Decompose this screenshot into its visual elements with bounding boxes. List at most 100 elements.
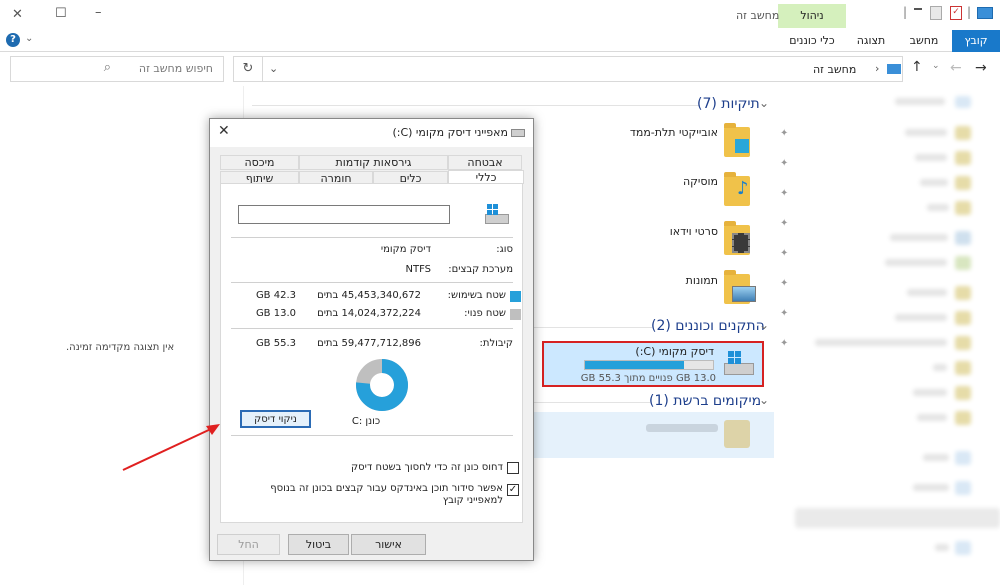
music-note-icon: ♪	[737, 178, 749, 199]
pin-icon[interactable]: ✦	[780, 218, 790, 229]
preview-text: אין תצוגה מקדימה זמינה.	[66, 342, 175, 353]
breadcrumb-chevron-icon: ›	[875, 62, 880, 75]
properties-dialog: ✕ מאפייני דיסק מקומי (C:) אבטחה גירסאות …	[209, 118, 534, 561]
address-row: → ← ⌄ ↑ › מחשב זה ⌄ ↻ חיפוש מחשב זה ⌕	[0, 52, 1000, 86]
properties-icon[interactable]: ✓	[950, 6, 962, 20]
pin-icon[interactable]: ✦	[780, 308, 790, 319]
manage-label: ניהול	[800, 9, 824, 22]
separator-icon: |	[903, 5, 908, 19]
new-folder-icon[interactable]	[930, 6, 942, 20]
tab-general[interactable]: כללי	[448, 170, 524, 184]
filesystem-label: מערכת קבצים:	[448, 264, 513, 275]
folder-label[interactable]: מוסיקה	[624, 175, 718, 188]
tab-security[interactable]: אבטחה	[448, 155, 522, 170]
ok-button[interactable]: אישור	[351, 534, 426, 555]
search-input[interactable]: חיפוש מחשב זה ⌕	[10, 56, 224, 82]
network-location-label-blurred	[646, 424, 718, 432]
back-arrow-icon[interactable]: →	[975, 60, 987, 76]
capacity-bytes: 59,477,712,896 בתים	[317, 338, 421, 349]
address-path: מחשב זה	[813, 63, 857, 76]
tab-previous-versions[interactable]: גירסאות קודמות	[299, 155, 448, 170]
refresh-button[interactable]: ↻	[233, 56, 263, 82]
index-label: אפשר סידור תוכן באינדקס עבור קבצים בכונן…	[270, 483, 503, 506]
tab-quota[interactable]: מיכסה	[220, 155, 299, 170]
manage-tab-highlight: ניהול	[778, 4, 846, 28]
tab-computer[interactable]: מחשב	[898, 30, 950, 52]
free-space-gb: 13.0 GB	[255, 308, 296, 319]
navigation-pane-blurred	[795, 86, 1000, 585]
picture-icon	[732, 286, 756, 302]
pin-icon[interactable]: ✦	[780, 128, 790, 139]
forward-arrow-icon[interactable]: ←	[950, 60, 962, 76]
cancel-button[interactable]: ביטול	[288, 534, 349, 555]
search-placeholder: חיפוש מחשב זה	[138, 62, 213, 75]
pin-icon[interactable]: ✦	[780, 338, 790, 349]
pin-icon[interactable]: ✦	[780, 158, 790, 169]
drive-icon	[511, 129, 525, 137]
computer-icon	[887, 64, 901, 74]
type-label: סוג:	[496, 244, 513, 255]
usage-donut-chart	[356, 359, 408, 411]
collapse-chevron-icon[interactable]: ⌄	[759, 96, 769, 110]
window-title: מחשב זה	[736, 9, 780, 22]
used-space-label: שטח בשימוש:	[447, 290, 506, 301]
minimize-button[interactable]: –	[95, 5, 102, 20]
film-icon	[732, 233, 750, 253]
drive-c-tile[interactable]: דיסק מקומי (C:) 13.0 GB פנויים מתוך 55.3…	[542, 341, 764, 387]
dialog-title-bar: ✕ מאפייני דיסק מקומי (C:)	[210, 119, 533, 147]
drive-letter-label: כונן :C	[351, 416, 381, 427]
dialog-close-button[interactable]: ✕	[218, 123, 230, 139]
collapse-chevron-icon[interactable]: ⌄	[759, 393, 769, 407]
compress-checkbox[interactable]	[507, 462, 519, 474]
dialog-title: מאפייני דיסק מקומי (C:)	[392, 126, 508, 139]
up-arrow-icon[interactable]: ↑	[911, 59, 923, 75]
used-space-swatch	[510, 291, 521, 302]
cube-icon	[735, 139, 749, 153]
collapse-chevron-icon[interactable]: ⌄	[759, 318, 769, 332]
capacity-label: קיבולת:	[479, 338, 513, 349]
close-button[interactable]: ✕	[12, 7, 23, 22]
drive-name: דיסק מקומי (C:)	[635, 345, 714, 358]
folder-label[interactable]: תמונות	[624, 274, 718, 287]
used-space-gb: 42.3 GB	[255, 290, 296, 301]
network-header[interactable]: מיקומים ברשת (1)	[649, 393, 761, 409]
address-bar[interactable]: › מחשב זה ⌄	[262, 56, 903, 82]
apply-button[interactable]: החל	[217, 534, 280, 555]
recent-locations-icon[interactable]: ⌄	[932, 61, 940, 71]
help-icon[interactable]: ?	[6, 33, 20, 47]
annotation-arrow	[122, 424, 220, 471]
folder-label[interactable]: סרטי וידאו	[624, 225, 718, 238]
pin-icon[interactable]: ✦	[780, 248, 790, 259]
drive-name-field[interactable]	[238, 205, 450, 224]
maximize-button[interactable]: ☐	[55, 6, 67, 21]
drive-usage-bar	[584, 360, 714, 370]
free-space-swatch	[510, 309, 521, 320]
capacity-gb: 55.3 GB	[255, 338, 296, 349]
network-location-tile[interactable]	[534, 412, 774, 458]
separator-icon: |	[967, 5, 972, 19]
tab-drive-tools[interactable]: כלי כוננים	[778, 30, 846, 52]
compress-label: דחוס כונן זה כדי לחסוך בשטח דיסק	[351, 462, 503, 473]
folder-label[interactable]: אובייקטי תלת-ממד	[624, 126, 718, 139]
quick-access-pins: ✦ ✦ ✦ ✦ ✦ ✦ ✦ ✦	[778, 120, 792, 360]
free-space-label: שטח פנוי:	[464, 308, 506, 319]
filesystem-value: NTFS	[405, 264, 431, 275]
preview-pane: אין תצוגה מקדימה זמינה.	[0, 86, 244, 585]
tab-file[interactable]: קובץ	[952, 30, 1000, 52]
drive-space-text: 13.0 GB פנויים מתוך 55.3 GB	[580, 373, 716, 384]
folders-header[interactable]: תיקיות (7)	[697, 96, 760, 112]
devices-header[interactable]: התקנים וכוננים (2)	[651, 318, 765, 334]
chevron-down-icon[interactable]: ⌄	[25, 33, 33, 44]
computer-icon	[977, 7, 993, 19]
divider	[231, 282, 513, 283]
type-value: דיסק מקומי	[380, 244, 431, 255]
pin-icon[interactable]: ✦	[780, 188, 790, 199]
chevron-down-icon[interactable]: ⌄	[269, 62, 278, 75]
customize-qat-icon[interactable]	[914, 8, 922, 16]
divider	[231, 435, 513, 436]
tab-view[interactable]: תצוגה	[846, 30, 896, 52]
pin-icon[interactable]: ✦	[780, 278, 790, 289]
disk-cleanup-button[interactable]: ניקוי דיסק	[240, 410, 311, 428]
index-checkbox[interactable]: ✓	[507, 484, 519, 496]
drive-icon	[722, 349, 756, 377]
